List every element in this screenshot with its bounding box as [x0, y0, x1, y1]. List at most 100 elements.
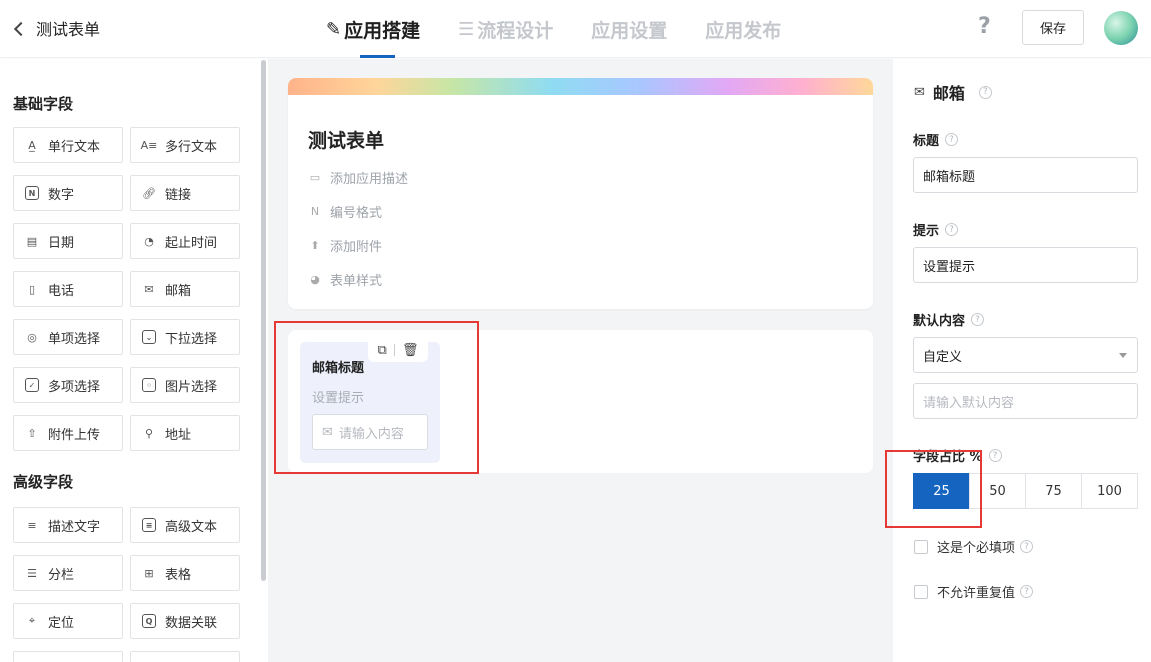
table-icon: ⊞	[144, 566, 154, 580]
field-more[interactable]	[13, 651, 123, 662]
field-multi-line-text[interactable]: A≡ 多行文本	[130, 127, 240, 163]
help-icon[interactable]: ?	[1020, 540, 1034, 553]
field-single-line-text[interactable]: A̲ 单行文本	[13, 127, 123, 163]
field-date[interactable]: ▤ 日期	[13, 223, 123, 259]
field-data-link[interactable]: Q 数据关联	[130, 603, 240, 639]
ratio-option-75[interactable]: 75	[1025, 473, 1082, 509]
tab-app-publish[interactable]: 应用发布	[705, 0, 781, 58]
field-label: 数字	[48, 187, 75, 203]
field-location[interactable]: ⌖ 定位	[13, 603, 123, 639]
field-label: 图片选择	[165, 379, 218, 395]
field-label: 起止时间	[165, 235, 218, 251]
field-label: 邮箱	[165, 283, 192, 299]
upload-icon: ⬆	[310, 239, 320, 252]
form-style[interactable]: ◕ 表单样式	[308, 270, 382, 289]
field-multi-select[interactable]: ✓ 多项选择	[13, 367, 123, 403]
tab-process-design[interactable]: ☰ 流程设计	[458, 0, 553, 58]
unique-checkbox[interactable]	[914, 584, 928, 599]
upload-icon: ⇧	[27, 426, 37, 440]
location-icon: ⌖	[28, 614, 36, 627]
field-columns[interactable]: ☰ 分栏	[13, 555, 123, 591]
title-input[interactable]: 邮箱标题	[913, 157, 1138, 193]
highlight-box-field-card	[274, 321, 479, 474]
field-label: 数据关联	[165, 615, 218, 631]
field-label: 电话	[48, 283, 75, 299]
field-number[interactable]: N 数字	[13, 175, 123, 211]
help-icon[interactable]: ?	[978, 85, 992, 99]
field-rich-text[interactable]: ≡ 高级文本	[130, 507, 240, 543]
help-icon[interactable]: ?	[945, 133, 959, 146]
help-icon[interactable]: ?	[988, 449, 1002, 462]
description-icon: ≡	[27, 518, 37, 532]
add-attachment[interactable]: ⬆ 添加附件	[308, 236, 382, 255]
serial-format[interactable]: N 编号格式	[308, 202, 382, 221]
text-icon: A̲	[28, 138, 36, 152]
hint-input[interactable]: 设置提示	[913, 247, 1138, 283]
field-description[interactable]: ≡ 描述文字	[13, 507, 123, 543]
help-icon[interactable]: ?	[945, 223, 959, 236]
edit-icon: ✎	[326, 18, 342, 40]
highlight-box-ratio	[885, 450, 982, 528]
help-icon[interactable]: ?	[1020, 585, 1034, 598]
advanced-fields-title: 高级字段	[13, 473, 74, 491]
field-label: 多项选择	[48, 379, 101, 395]
main-tabs: ✎ 应用搭建 ☰ 流程设计 应用设置 应用发布	[326, 0, 781, 58]
help-icon[interactable]: ?	[978, 14, 991, 39]
field-label: 分栏	[48, 567, 75, 583]
avatar[interactable]	[1104, 11, 1138, 45]
save-button[interactable]: 保存	[1022, 10, 1084, 45]
field-address[interactable]: ⚲ 地址	[130, 415, 240, 451]
number-icon: N	[310, 205, 320, 218]
tab-label: 应用搭建	[344, 19, 421, 42]
add-description[interactable]: ▭ 添加应用描述	[308, 168, 408, 187]
phone-icon: ▯	[28, 282, 36, 296]
back-button[interactable]: 测试表单	[12, 16, 100, 40]
tab-app-build[interactable]: ✎ 应用搭建	[326, 0, 420, 58]
checkbox-label: 这是个必填项	[937, 541, 1016, 556]
chevron-left-icon	[12, 21, 26, 35]
sidebar-scrollbar[interactable]	[261, 60, 266, 581]
field-phone[interactable]: ▯ 电话	[13, 271, 123, 307]
field-dropdown[interactable]: ⌄ 下拉选择	[130, 319, 240, 355]
field-email[interactable]: ✉︎ 邮箱	[130, 271, 240, 307]
ratio-option-100[interactable]: 100	[1081, 473, 1138, 509]
field-link[interactable]: 🔗︎ 链接	[130, 175, 240, 211]
field-date-range[interactable]: ◔ 起止时间	[130, 223, 240, 259]
help-icon[interactable]: ?	[971, 313, 985, 326]
field-label: 单行文本	[48, 139, 101, 155]
dropdown-icon: ⌄	[142, 330, 156, 344]
default-type-select[interactable]: 自定义	[913, 337, 1138, 373]
columns-icon: ☰	[27, 566, 37, 580]
comment-icon: ▭	[309, 171, 321, 184]
address-icon: ⚲	[144, 426, 154, 440]
tab-label: 流程设计	[477, 19, 554, 42]
field-label: 多行文本	[165, 139, 218, 155]
required-checkbox-row[interactable]: 这是个必填项 ?	[914, 537, 1034, 556]
number-icon: N	[25, 186, 39, 200]
meta-label: 添加应用描述	[330, 172, 409, 187]
field-image-select[interactable]: ◦ 图片选择	[130, 367, 240, 403]
field-label: 单项选择	[48, 331, 101, 347]
basic-fields-title: 基础字段	[13, 95, 74, 113]
field-table[interactable]: ⊞ 表格	[130, 555, 240, 591]
link-icon: 🔗︎	[142, 186, 156, 200]
field-more[interactable]	[130, 651, 240, 662]
meta-label: 编号格式	[330, 206, 383, 221]
rich-text-icon: ≡	[142, 518, 156, 532]
default-content-input[interactable]: 请输入默认内容	[913, 383, 1138, 419]
multiline-text-icon: A≡	[140, 138, 158, 152]
panel-title: ✉︎ 邮箱 ?	[914, 80, 992, 104]
tab-label: 应用发布	[705, 19, 782, 42]
calendar-icon: ▤	[26, 234, 38, 248]
checkbox-label: 不允许重复值	[937, 586, 1016, 601]
tab-app-settings[interactable]: 应用设置	[591, 0, 667, 58]
unique-checkbox-row[interactable]: 不允许重复值 ?	[914, 582, 1034, 601]
meta-label: 添加附件	[330, 240, 383, 255]
field-attachment[interactable]: ⇧ 附件上传	[13, 415, 123, 451]
radio-icon: ◎	[27, 330, 37, 344]
required-checkbox[interactable]	[914, 539, 928, 554]
form-title[interactable]: 测试表单	[308, 126, 384, 153]
palette-icon: ◕	[310, 273, 320, 286]
field-single-select[interactable]: ◎ 单项选择	[13, 319, 123, 355]
label-text: 默认内容	[913, 314, 966, 329]
